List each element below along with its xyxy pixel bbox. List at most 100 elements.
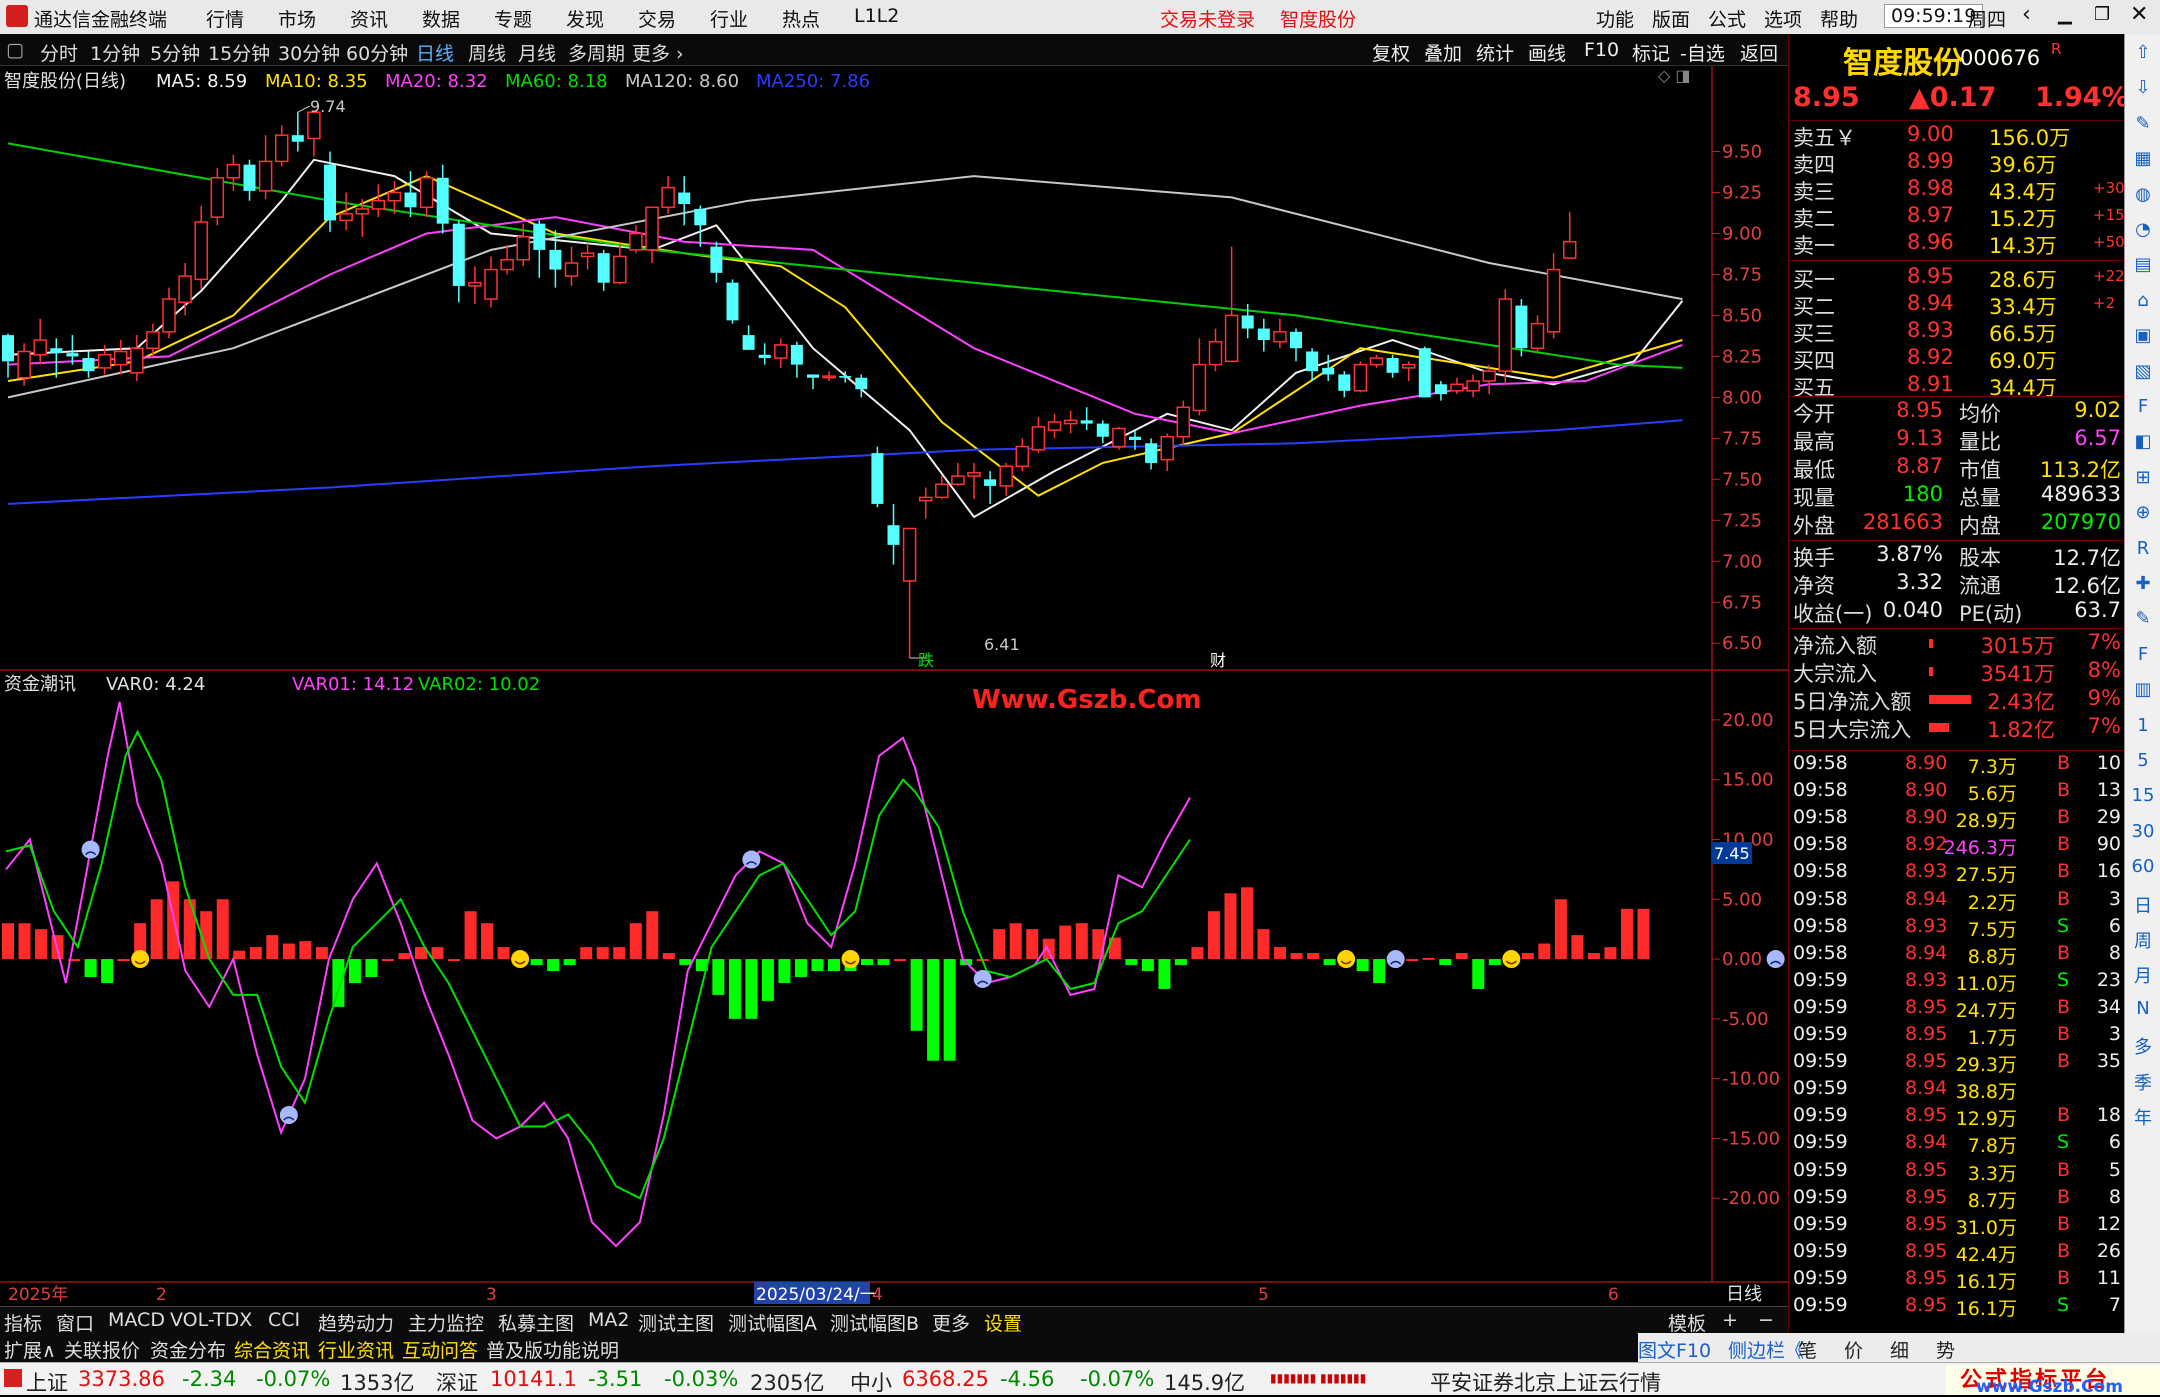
indicator-tab[interactable]: 测试主图 — [638, 1309, 714, 1336]
right-tab[interactable]: 势 — [1936, 1336, 1955, 1363]
tick-row[interactable]: 09:59 8.94 7.8万 S 6 — [1789, 1131, 2125, 1158]
ask-level[interactable]: 卖二 8.97 15.2万 +15 — [1789, 203, 2125, 231]
tf-30min[interactable]: 30分钟 — [278, 39, 340, 66]
right-tab[interactable]: 价 — [1844, 1336, 1863, 1363]
tick-row[interactable]: 09:59 8.95 8.7万 B 8 — [1789, 1186, 2125, 1213]
zx-name[interactable]: 中小 — [850, 1367, 892, 1397]
candle[interactable] — [324, 164, 336, 221]
candle[interactable] — [1145, 443, 1158, 463]
indicator-tab[interactable]: MA2 — [588, 1309, 629, 1331]
candle[interactable] — [902, 527, 917, 582]
candle[interactable] — [50, 348, 63, 354]
candle[interactable] — [66, 353, 79, 357]
candle[interactable] — [468, 281, 482, 287]
tf-5min[interactable]: 5分钟 — [150, 39, 200, 66]
tick-row[interactable]: 09:59 8.95 24.7万 B 34 — [1789, 996, 2125, 1023]
candle[interactable] — [597, 253, 610, 283]
tick-row[interactable]: 09:59 8.95 29.3万 B 35 — [1789, 1050, 2125, 1077]
candle[interactable] — [1546, 268, 1561, 333]
tick-row[interactable]: 09:58 8.90 5.6万 B 13 — [1789, 779, 2125, 806]
side-tool-icon[interactable]: ▤ — [2131, 254, 2155, 275]
candle[interactable] — [404, 192, 417, 208]
candle[interactable] — [484, 268, 498, 300]
indicator-tab[interactable]: CCI — [268, 1309, 300, 1331]
mark-button[interactable]: 标记 — [1632, 39, 1670, 66]
menu-l1l2[interactable]: L1L2 — [854, 5, 899, 27]
candle[interactable] — [967, 472, 981, 477]
side-tool-icon[interactable]: 60 — [2131, 856, 2155, 877]
tick-row[interactable]: 09:58 8.90 28.9万 B 29 — [1789, 806, 2125, 833]
candle[interactable] — [1401, 363, 1416, 369]
side-tool-icon[interactable]: ⇩ — [2131, 77, 2155, 98]
menu-market[interactable]: 市场 — [278, 5, 316, 32]
candle[interactable] — [194, 221, 208, 281]
candle[interactable] — [1096, 423, 1109, 437]
candle[interactable] — [1192, 363, 1207, 412]
side-tool-icon[interactable]: ◧ — [2131, 431, 2155, 452]
candle[interactable] — [339, 213, 353, 222]
tick-row[interactable]: 09:58 8.92 246.3万 B 90 — [1789, 833, 2125, 860]
watchlist-button[interactable]: -自选 — [1680, 39, 1725, 66]
indicator-tab[interactable]: 趋势动力 — [318, 1309, 394, 1336]
candle[interactable] — [726, 282, 739, 321]
chart-area[interactable]: 9.50 9.25 9.00 8.75 8.50 8.25 8.00 7.75 7.50 7.25… — [0, 66, 1788, 1310]
candle[interactable] — [629, 232, 643, 251]
candle[interactable] — [500, 258, 514, 271]
ask-level[interactable]: 卖五￥ 9.00 156.0万 — [1789, 122, 2125, 150]
candle[interactable] — [839, 376, 852, 378]
menu-func[interactable]: 功能 — [1596, 5, 1634, 32]
ask-level[interactable]: 卖四 8.99 39.6万 — [1789, 149, 2125, 177]
side-tool-icon[interactable]: ✎ — [2131, 608, 2155, 629]
candle[interactable] — [1080, 420, 1093, 424]
candle[interactable] — [1498, 298, 1513, 372]
candle[interactable] — [210, 177, 225, 218]
tf-60min[interactable]: 60分钟 — [346, 39, 408, 66]
panel-toggle-icon[interactable]: ▢ — [6, 39, 24, 61]
tf-daily[interactable]: 日线 — [416, 39, 454, 66]
tf-1min[interactable]: 1分钟 — [90, 39, 140, 66]
indicator-tab[interactable]: 测试幅图A — [728, 1309, 817, 1336]
menu-help[interactable]: 帮助 — [1820, 5, 1858, 32]
maximize-icon[interactable]: ❐ — [2094, 4, 2110, 25]
info-tab[interactable]: 普及版功能说明 — [486, 1336, 619, 1363]
info-tab[interactable]: 互动问答 — [402, 1336, 478, 1363]
right-tab[interactable]: 侧边栏《 — [1728, 1336, 1804, 1363]
side-tool-icon[interactable]: ⊕ — [2131, 502, 2155, 523]
bid-level[interactable]: 买二 8.94 33.4万 +2 — [1789, 291, 2125, 319]
candle[interactable] — [1208, 340, 1223, 366]
candle[interactable] — [1031, 426, 1046, 451]
ask-level[interactable]: 卖一 8.96 14.3万 +50 — [1789, 230, 2125, 258]
bid-level[interactable]: 买四 8.92 69.0万 — [1789, 345, 2125, 373]
tick-row[interactable]: 09:59 8.95 3.3万 B 5 — [1789, 1159, 2125, 1186]
candle[interactable] — [355, 208, 369, 215]
candle[interactable] — [1530, 322, 1545, 349]
side-tool-icon[interactable]: 年 — [2131, 1104, 2155, 1130]
side-tool-icon[interactable]: 15 — [2131, 785, 2155, 806]
candle[interactable] — [162, 298, 176, 333]
return-button[interactable]: 返回 — [1740, 39, 1778, 66]
side-tool-icon[interactable]: ⌂ — [2131, 290, 2155, 311]
tick-row[interactable]: 09:58 8.94 2.2万 B 3 — [1789, 888, 2125, 915]
indicator-tab[interactable]: 更多 — [932, 1309, 970, 1336]
candle[interactable] — [564, 262, 579, 277]
right-tab[interactable]: 图文F10 — [1638, 1336, 1711, 1363]
info-tab[interactable]: 关联报价 — [64, 1336, 140, 1363]
menu-hq[interactable]: 行情 — [206, 5, 244, 32]
tf-monthly[interactable]: 月线 — [518, 39, 556, 66]
menu-data[interactable]: 数据 — [422, 5, 460, 32]
info-tab[interactable]: 扩展∧ — [4, 1336, 56, 1363]
side-tool-icon[interactable]: ⇧ — [2131, 42, 2155, 63]
event-tag-die[interactable]: 跌 — [918, 651, 934, 670]
side-tool-icon[interactable]: ▥ — [2131, 679, 2155, 700]
f10-button[interactable]: F10 — [1584, 39, 1619, 61]
candle[interactable] — [1466, 380, 1480, 392]
candle[interactable] — [1369, 357, 1384, 366]
tick-row[interactable]: 09:59 8.95 31.0万 B 12 — [1789, 1213, 2125, 1240]
candle[interactable] — [790, 344, 803, 365]
info-tab[interactable]: 行业资讯 — [318, 1336, 394, 1363]
side-tool-icon[interactable]: ✚ — [2131, 573, 2155, 594]
candle[interactable] — [774, 344, 788, 359]
menu-industry[interactable]: 行业 — [710, 5, 748, 32]
tick-row[interactable]: 09:59 8.95 12.9万 B 18 — [1789, 1104, 2125, 1131]
side-tool-icon[interactable]: 周 — [2131, 927, 2155, 953]
